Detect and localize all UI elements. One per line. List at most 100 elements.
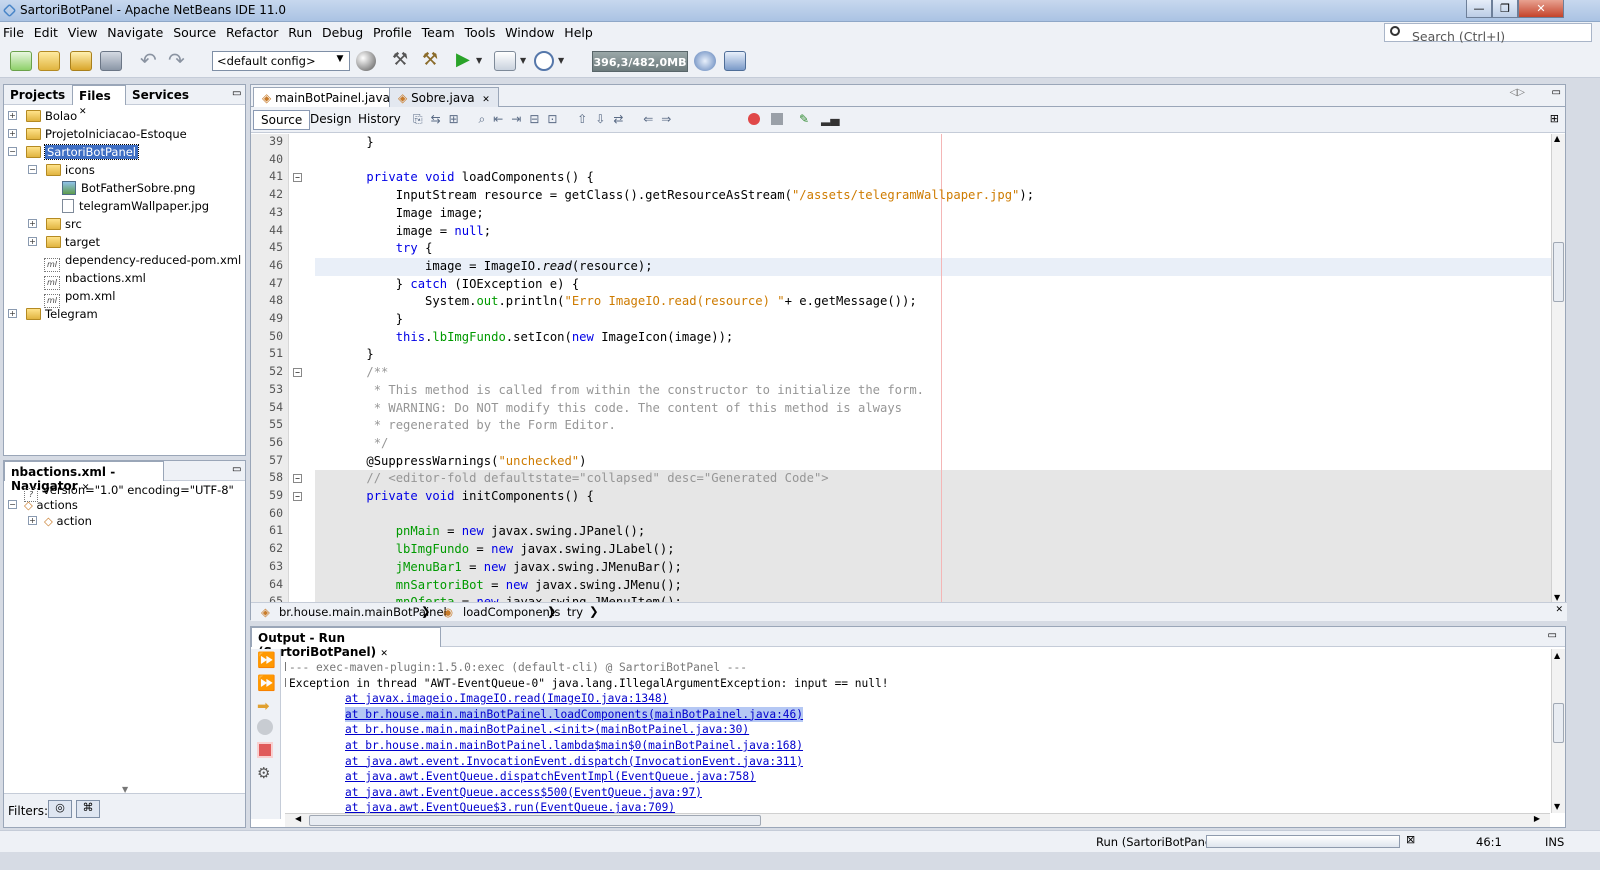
tree-node-pom[interactable]: ml pom.xml	[44, 287, 115, 308]
close-breadcrumb-icon[interactable]: ✕	[1555, 605, 1563, 615]
breadcrumb-method[interactable]: loadComponents	[463, 605, 560, 619]
maximize-editor-icon[interactable]: ▭	[1552, 87, 1561, 98]
editor-tool-icons[interactable]: ⎘⇆⊞ ⌕⇤⇥⊟⊡ ⇧⇩⇄ ⇐⇒	[413, 112, 679, 127]
tree-node-dependency-reduced-pom[interactable]: ml dependency-reduced-pom.xml	[44, 251, 241, 272]
search-input[interactable]: Search (Ctrl+I)	[1384, 23, 1592, 44]
fold-icon[interactable]: −	[285, 662, 286, 671]
fold-toggle-icon[interactable]: −	[293, 474, 302, 484]
menu-edit[interactable]: Edit	[31, 22, 61, 40]
tab-files[interactable]: Files ✕	[72, 85, 126, 117]
hscroll-thumb[interactable]	[309, 815, 761, 826]
tree-node-target[interactable]: + target	[28, 233, 100, 251]
stacktrace-link[interactable]: at java.awt.EventQueue.access$500(EventQ…	[345, 785, 702, 801]
new-file-icon[interactable]	[10, 51, 32, 71]
tree-node-bolao[interactable]: + Bolao	[8, 107, 77, 125]
menu-tools[interactable]: Tools	[462, 22, 499, 40]
scroll-thumb[interactable]	[1553, 242, 1564, 302]
cancel-task-icon[interactable]: ⊠	[1406, 833, 1415, 846]
tab-output-run[interactable]: Output - Run (SartoriBotPanel) ✕	[251, 627, 441, 659]
tab-source[interactable]: Source	[253, 110, 311, 130]
vscroll-thumb[interactable]	[1553, 703, 1564, 743]
redo-icon[interactable]: ↷	[168, 50, 190, 71]
profile-project-icon[interactable]	[534, 51, 554, 71]
close-button[interactable]: ✕	[1518, 0, 1564, 18]
stacktrace-link[interactable]: at java.awt.EventQueue$3.run(EventQueue.…	[345, 800, 675, 813]
tree-node-projeto-iniciacao-estoque[interactable]: + ProjetoIniciacao-Estoque	[8, 125, 187, 143]
profiler-snapshot-icon[interactable]	[724, 51, 746, 71]
tree-node-nbactions[interactable]: ml nbactions.xml	[44, 269, 146, 290]
run-dropdown-icon[interactable]: ▼	[476, 51, 486, 71]
stop-icon[interactable]	[257, 719, 273, 735]
scroll-up-icon[interactable]: ▲	[1554, 134, 1560, 143]
editor-scrollbar[interactable]: ▲ ▼	[1551, 134, 1565, 602]
stop-macro-icon[interactable]	[771, 113, 783, 125]
menu-window[interactable]: Window	[502, 22, 557, 40]
output-vscrollbar[interactable]: ▲ ▼	[1551, 649, 1565, 813]
tree-node-botfathersobre[interactable]: BotFatherSobre.png	[62, 179, 195, 197]
undo-icon[interactable]: ↶	[140, 50, 162, 71]
terminate-icon[interactable]	[257, 742, 273, 758]
run-project-icon[interactable]: ▶	[456, 51, 478, 71]
config-select[interactable]: <default config> ▼	[212, 51, 350, 71]
build-hammer-icon[interactable]: ⚒	[392, 51, 414, 71]
output-text[interactable]: − − --- exec-maven-plugin:1.5.0:exec (de…	[285, 658, 1550, 813]
memory-indicator[interactable]: 396,3/482,0MB	[592, 51, 688, 72]
tree-node-icons[interactable]: − icons	[28, 161, 95, 179]
menu-run[interactable]: Run	[285, 22, 315, 40]
filter-attributes-icon[interactable]: ◎	[48, 800, 72, 818]
stacktrace-link[interactable]: at br.house.main.mainBotPainel.loadCompo…	[345, 706, 804, 723]
menu-view[interactable]: View	[65, 22, 101, 40]
splitter-arrow-icon[interactable]: ▼	[122, 785, 128, 794]
menu-help[interactable]: Help	[561, 22, 596, 40]
fold-toggle-icon[interactable]: −	[293, 492, 302, 501]
scroll-down-icon[interactable]: ▼	[1554, 802, 1560, 811]
filter-tags-icon[interactable]: ⌘	[76, 800, 100, 818]
resume-icon[interactable]: ➡	[257, 697, 273, 715]
scroll-left-icon[interactable]: ◀	[295, 814, 301, 823]
scroll-up-icon[interactable]: ▲	[1554, 651, 1560, 660]
menu-profile[interactable]: Profile	[370, 22, 415, 40]
rerun-goals-icon[interactable]: ⏩	[257, 674, 276, 692]
nav-node-action[interactable]: + ◇ action	[28, 512, 92, 530]
menu-debug[interactable]: Debug	[319, 22, 366, 40]
tab-projects[interactable]: Projects	[4, 85, 71, 105]
comment-icon[interactable]: ✎	[799, 112, 809, 126]
close-icon[interactable]: ✕	[482, 95, 490, 105]
rerun-icon[interactable]: ⏩	[257, 651, 276, 669]
menu-file[interactable]: File	[0, 22, 27, 40]
scroll-right-icon[interactable]: ▶	[1534, 814, 1540, 823]
save-all-icon[interactable]	[100, 51, 122, 71]
tab-scroll-left-icon[interactable]: ◁▷	[1510, 87, 1525, 98]
new-project-icon[interactable]	[38, 51, 60, 71]
minimize-panel-icon[interactable]: ▭	[226, 85, 247, 105]
stacktrace-link[interactable]: at br.house.main.mainBotPainel.<init>(ma…	[345, 722, 749, 738]
menu-source[interactable]: Source	[170, 22, 219, 40]
stacktrace-link[interactable]: at javax.imageio.ImageIO.read(ImageIO.ja…	[345, 691, 668, 707]
tree-node-src[interactable]: + src	[28, 215, 82, 233]
stacktrace-link[interactable]: at br.house.main.mainBotPainel.lambda$ma…	[345, 738, 803, 754]
stacktrace-link[interactable]: at java.awt.EventQueue.dispatchEventImpl…	[345, 769, 756, 785]
tree-node-sartoribotpanel[interactable]: − SartoriBotPanel	[8, 143, 140, 161]
uncomment-icon[interactable]: ▂▄	[821, 112, 839, 126]
code-area[interactable]: 39 } 40 41 private void loadComponents() …	[251, 134, 1553, 602]
output-hscrollbar[interactable]: ◀ ▶	[285, 813, 1550, 827]
record-macro-icon[interactable]	[748, 113, 760, 125]
menu-navigate[interactable]: Navigate	[104, 22, 166, 40]
profile-dropdown-icon[interactable]: ▼	[558, 51, 568, 71]
fold-icon[interactable]: −	[285, 678, 286, 687]
maximize-button[interactable]: ❐	[1492, 0, 1518, 18]
tab-sobre[interactable]: ◈ Sobre.java ✕	[389, 87, 499, 107]
menu-team[interactable]: Team	[419, 22, 458, 40]
scroll-down-icon[interactable]: ▼	[1554, 593, 1560, 602]
fold-toggle-icon[interactable]: −	[293, 368, 302, 378]
tab-history[interactable]: History	[351, 110, 408, 130]
open-project-icon[interactable]	[70, 51, 92, 71]
minimize-panel-icon[interactable]: ▭	[1542, 627, 1563, 647]
settings-icon[interactable]: ⚙	[257, 764, 273, 782]
menu-refactor[interactable]: Refactor	[223, 22, 281, 40]
tree-node-telegram[interactable]: + Telegram	[8, 305, 98, 323]
debug-dropdown-icon[interactable]: ▼	[520, 51, 530, 71]
debug-project-icon[interactable]	[494, 51, 516, 71]
globe-icon[interactable]	[356, 51, 376, 71]
fold-toggle-icon[interactable]: −	[293, 173, 302, 183]
